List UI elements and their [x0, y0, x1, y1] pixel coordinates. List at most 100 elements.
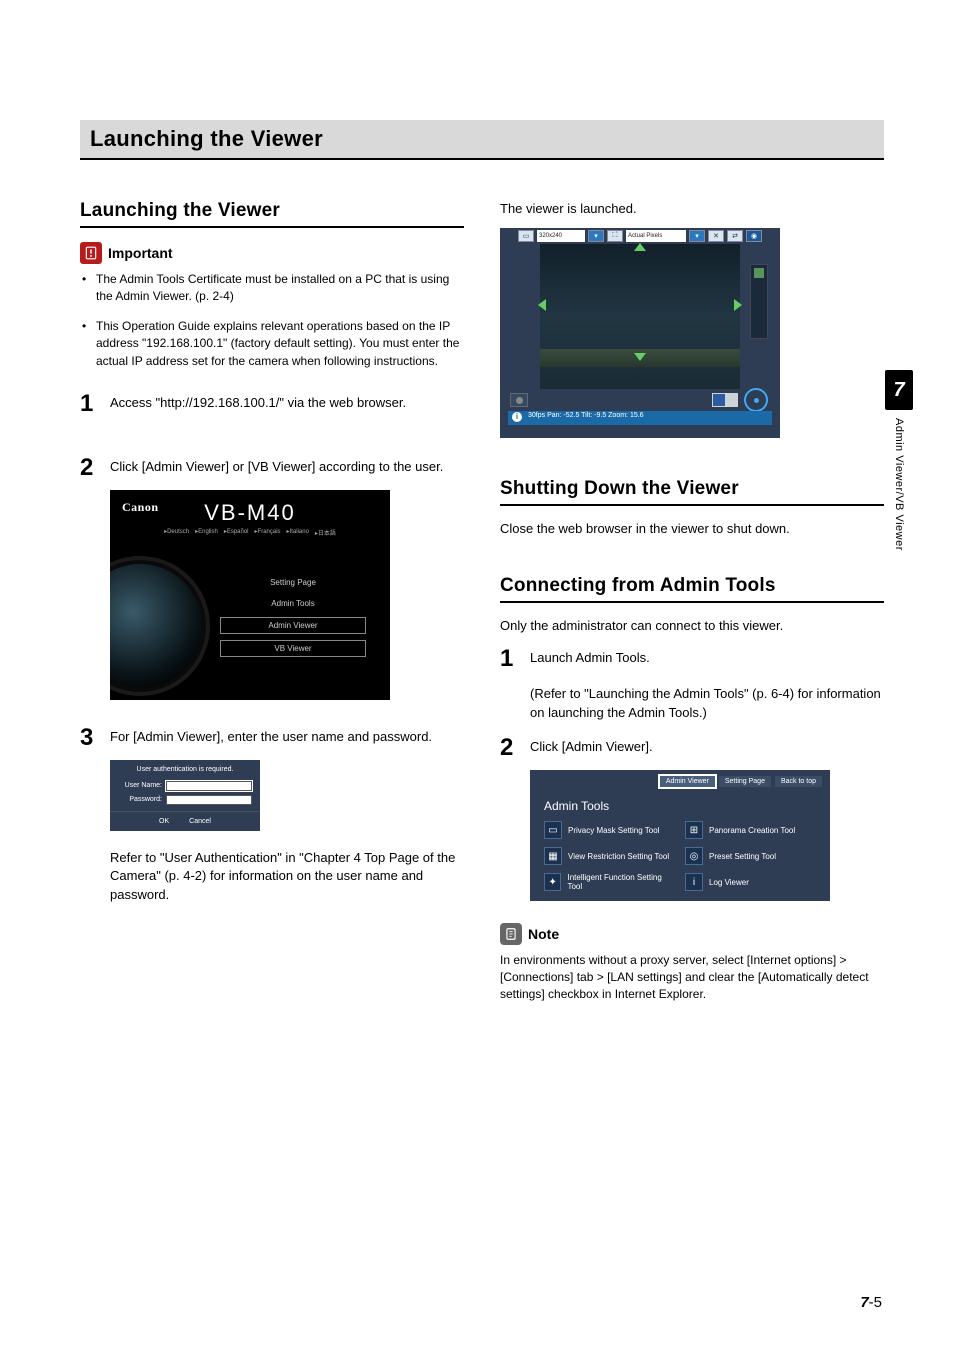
shutdown-text: Close the web browser in the viewer to s…	[500, 520, 884, 538]
toppage-button-adminviewer[interactable]: Admin Viewer	[220, 617, 366, 634]
admin-tool-label: Privacy Mask Setting Tool	[568, 826, 659, 835]
panorama-icon: ⊞	[685, 821, 703, 839]
step-text: Launch Admin Tools.	[530, 647, 650, 671]
toppage-buttons: Setting Page Admin Tools Admin Viewer VB…	[220, 541, 390, 691]
lang-link[interactable]: ▸Italiano	[287, 528, 309, 537]
step-3: 3 For [Admin Viewer], enter the user nam…	[80, 726, 464, 750]
step-number: 1	[80, 392, 98, 416]
step-number: 2	[80, 456, 98, 480]
reconnect-icon[interactable]: ⇄	[727, 230, 743, 242]
lang-link[interactable]: ▸Español	[224, 528, 249, 537]
size-dropdown-icon[interactable]: ▾	[588, 230, 604, 242]
connect-step-2: 2 Click [Admin Viewer].	[500, 736, 884, 760]
main-heading: Launching the Viewer	[90, 126, 874, 152]
left-column: Launching the Viewer Important The Admin…	[80, 200, 464, 1003]
viewer-status-bar: 30fps Pan: -52.5 Tilt: -9.5 Zoom: 15.6	[508, 411, 772, 425]
important-bullet: This Operation Guide explains relevant o…	[94, 318, 464, 370]
footer-page: 5	[874, 1294, 882, 1311]
pixels-select[interactable]: Actual Pixels	[626, 230, 686, 242]
side-label: Admin Viewer/VB Viewer	[893, 418, 905, 551]
lang-link[interactable]: ▸English	[195, 528, 218, 537]
step-number: 3	[80, 726, 98, 750]
admin-btn-back[interactable]: Back to top	[775, 776, 822, 787]
admin-btn-setting-page[interactable]: Setting Page	[719, 776, 771, 787]
auth-password-row: Password:	[110, 793, 260, 807]
note-callout-header: Note	[500, 923, 884, 945]
admin-btn-admin-viewer[interactable]: Admin Viewer	[660, 776, 715, 787]
privacy-mask-icon: ▭	[544, 821, 562, 839]
auth-username-input[interactable]	[166, 781, 252, 791]
admin-tool-item[interactable]: ⊞Panorama Creation Tool	[685, 821, 816, 839]
pan-down-icon[interactable]	[634, 353, 646, 361]
important-callout-header: Important	[80, 242, 464, 264]
auth-username-label: User Name:	[118, 782, 162, 789]
section-heading-shutdown: Shutting Down the Viewer	[500, 478, 884, 506]
toppage-button-admintools[interactable]: Admin Tools	[220, 596, 366, 611]
tool-button[interactable]: ▭	[518, 230, 534, 242]
fullscreen-icon[interactable]: ✕	[708, 230, 724, 242]
chapter-badge: 7	[885, 370, 913, 410]
important-bullet: The Admin Tools Certificate must be inst…	[94, 271, 464, 306]
lang-link[interactable]: ▸Français	[255, 528, 281, 537]
admin-tool-item[interactable]: ▭ Privacy Mask Setting Tool	[544, 821, 675, 839]
pan-right-icon[interactable]	[734, 299, 742, 311]
page-root: Launching the Viewer Launching the Viewe…	[0, 0, 954, 1351]
pan-up-icon[interactable]	[634, 243, 646, 251]
connect-step-1-note: (Refer to "Launching the Admin Tools" (p…	[530, 685, 884, 722]
toggle-control[interactable]	[712, 393, 738, 407]
lang-link[interactable]: ▸日本語	[315, 528, 336, 537]
screenshot-admin-tools: Admin Viewer Setting Page Back to top Ad…	[530, 770, 830, 901]
step-1: 1 Access "http://192.168.100.1/" via the…	[80, 392, 464, 416]
step-number: 1	[500, 647, 518, 671]
admin-tool-label: Preset Setting Tool	[709, 852, 776, 861]
viewer-bottom-bar	[500, 389, 780, 411]
viewer-launched-text: The viewer is launched.	[500, 200, 884, 218]
side-tab: 7 Admin Viewer/VB Viewer	[884, 370, 914, 551]
viewer-toolbar: ▭ 320x240 ▾ ⛶ Actual Pixels ▾ ✕ ⇄ ◉	[500, 228, 780, 244]
right-column: The viewer is launched. ▭ 320x240 ▾ ⛶ Ac…	[500, 200, 884, 1003]
intelligent-function-icon: ✦	[544, 873, 561, 891]
pan-left-icon[interactable]	[538, 299, 546, 311]
zoom-slider[interactable]	[750, 264, 768, 339]
screenshot-auth-dialog: User authentication is required. User Na…	[110, 760, 260, 831]
note-label: Note	[528, 926, 559, 942]
step-text: For [Admin Viewer], enter the user name …	[110, 726, 432, 750]
viewer-live-image[interactable]	[540, 244, 740, 389]
auth-password-input[interactable]	[166, 795, 252, 805]
auth-ok-button[interactable]: OK	[159, 818, 169, 825]
admin-tool-item[interactable]: ◎ Preset Setting Tool	[685, 847, 816, 865]
toppage-button-vbviewer[interactable]: VB Viewer	[220, 640, 366, 657]
center-icon[interactable]	[744, 388, 768, 412]
admin-tool-item[interactable]: iLog Viewer	[685, 873, 816, 891]
page-footer: 7-5	[860, 1294, 882, 1311]
screenshot-viewer: ▭ 320x240 ▾ ⛶ Actual Pixels ▾ ✕ ⇄ ◉	[500, 228, 780, 438]
step-text: Access "http://192.168.100.1/" via the w…	[110, 392, 406, 416]
tool-button[interactable]: ⛶	[607, 230, 623, 242]
info-icon[interactable]: ◉	[746, 230, 762, 242]
step-text: Click [Admin Viewer].	[530, 736, 653, 760]
pixels-dropdown-icon[interactable]: ▾	[689, 230, 705, 242]
admin-tool-label: Intelligent Function Setting Tool	[567, 873, 675, 891]
content-columns: Launching the Viewer Important The Admin…	[80, 200, 884, 1003]
snapshot-icon[interactable]	[510, 393, 528, 407]
toppage-logo: Canon	[122, 500, 159, 515]
connect-step-1: 1 Launch Admin Tools.	[500, 647, 884, 671]
note-icon	[500, 923, 522, 945]
step-number: 2	[500, 736, 518, 760]
important-bullets: The Admin Tools Certificate must be inst…	[80, 271, 464, 370]
toppage-langs: ▸Deutsch ▸English ▸Español ▸Français ▸It…	[164, 528, 336, 537]
note-text: In environments without a proxy server, …	[500, 952, 884, 1003]
auth-username-row: User Name:	[110, 779, 260, 793]
auth-message: User authentication is required.	[110, 760, 260, 779]
toppage-model: VB-M40	[204, 500, 295, 526]
size-select[interactable]: 320x240	[537, 230, 585, 242]
toppage-button-settings[interactable]: Setting Page	[220, 575, 366, 590]
lang-link[interactable]: ▸Deutsch	[164, 528, 189, 537]
view-restriction-icon: ▦	[544, 847, 562, 865]
screenshot-top-page: Canon VB-M40 ▸Deutsch ▸English ▸Español …	[110, 490, 390, 700]
admin-tool-item[interactable]: ✦ Intelligent Function Setting Tool	[544, 873, 675, 891]
auth-cancel-button[interactable]: Cancel	[189, 818, 211, 825]
admin-tool-item[interactable]: ▦View Restriction Setting Tool	[544, 847, 675, 865]
preset-icon: ◎	[685, 847, 703, 865]
auth-buttons: OK Cancel	[110, 811, 260, 831]
